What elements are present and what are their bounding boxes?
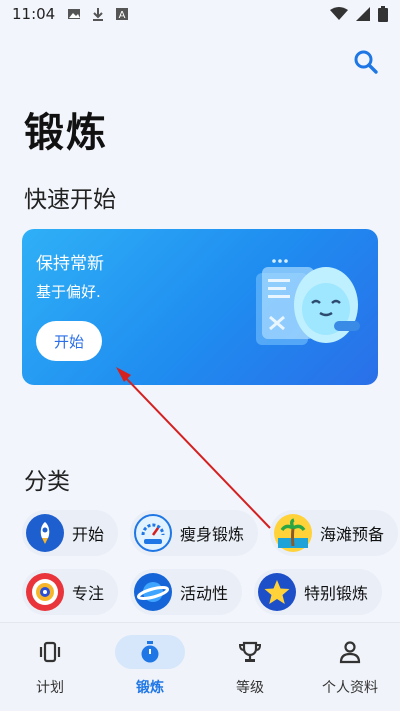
category-label: 瘦身锻炼 bbox=[180, 525, 245, 544]
search-button[interactable] bbox=[350, 46, 382, 78]
rocket-icon bbox=[26, 514, 64, 552]
bottom-navigation: 计划 锻炼 等级 个人资料 bbox=[0, 622, 400, 711]
text-icon: A bbox=[116, 8, 129, 21]
robot-illustration bbox=[256, 259, 360, 345]
nav-label: 锻炼 bbox=[136, 680, 164, 696]
category-row-2: 专注 活动性 特别锻炼 bbox=[22, 569, 383, 615]
category-label: 活动性 bbox=[180, 584, 229, 603]
category-label: 海滩预备 bbox=[320, 525, 385, 544]
category-chip-start[interactable]: 开始 bbox=[22, 510, 119, 556]
download-icon bbox=[93, 8, 104, 21]
nav-item-plan[interactable]: 计划 bbox=[0, 623, 100, 711]
nav-item-workout[interactable]: 锻炼 bbox=[100, 623, 200, 711]
planet-icon bbox=[134, 573, 173, 611]
signal-icon bbox=[356, 7, 370, 21]
status-time: 11:04 bbox=[12, 5, 56, 23]
star-icon bbox=[258, 573, 297, 611]
person-icon bbox=[315, 635, 385, 669]
category-label: 开始 bbox=[72, 525, 105, 544]
quick-card-subtitle: 基于偏好. bbox=[36, 283, 101, 301]
stopwatch-icon bbox=[115, 635, 185, 669]
category-chip-slimming[interactable]: 瘦身锻炼 bbox=[130, 510, 259, 556]
vibrate-icon bbox=[15, 635, 85, 669]
status-right-icons bbox=[330, 6, 388, 22]
search-icon bbox=[354, 50, 378, 74]
nav-label: 等级 bbox=[236, 680, 264, 696]
battery-icon bbox=[378, 6, 388, 22]
nav-label: 个人资料 bbox=[322, 680, 378, 696]
wifi-icon bbox=[330, 7, 348, 20]
palm-tree-icon bbox=[274, 514, 313, 552]
image-icon bbox=[68, 9, 81, 19]
category-chip-special[interactable]: 特别锻炼 bbox=[254, 569, 383, 615]
trophy-icon bbox=[215, 635, 285, 669]
nav-item-profile[interactable]: 个人资料 bbox=[300, 623, 400, 711]
nav-label: 计划 bbox=[36, 680, 64, 696]
target-icon bbox=[26, 573, 64, 611]
categories-title: 分类 bbox=[24, 469, 70, 495]
category-chip-mobility[interactable]: 活动性 bbox=[130, 569, 243, 615]
quick-start-title: 快速开始 bbox=[24, 187, 116, 213]
page-title: 锻炼 bbox=[24, 110, 108, 156]
category-label: 专注 bbox=[72, 584, 105, 603]
category-row-1: 开始 瘦身锻炼 海滩预备 bbox=[22, 510, 399, 556]
scale-icon bbox=[134, 514, 173, 552]
quick-start-card[interactable]: 保持常新 基于偏好. 开始 bbox=[22, 229, 378, 385]
status-bar: 11:04 A bbox=[0, 0, 400, 28]
category-chip-beach[interactable]: 海滩预备 bbox=[270, 510, 399, 556]
category-label: 特别锻炼 bbox=[304, 584, 369, 603]
svg-text:A: A bbox=[119, 10, 126, 21]
status-left-icons: A bbox=[67, 7, 129, 21]
nav-item-levels[interactable]: 等级 bbox=[200, 623, 300, 711]
start-button[interactable]: 开始 bbox=[36, 321, 102, 361]
category-chip-focus[interactable]: 专注 bbox=[22, 569, 119, 615]
quick-card-title: 保持常新 bbox=[36, 254, 104, 274]
